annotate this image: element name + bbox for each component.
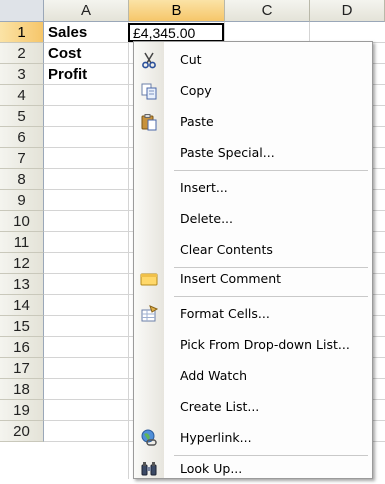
gridline [128, 22, 129, 479]
scissors-icon [140, 51, 158, 69]
menu-item-insert[interactable]: Insert... [134, 172, 372, 203]
comment-icon [140, 270, 158, 288]
cell-a2[interactable]: Cost [44, 44, 128, 64]
row-header-13[interactable]: 13 [0, 274, 44, 295]
row-header-7[interactable]: 7 [0, 148, 44, 169]
context-menu: Cut Copy Paste Paste Special... Insert..… [133, 41, 373, 479]
menu-item-insert-comment[interactable]: Insert Comment [134, 263, 372, 294]
menu-item-label: Insert Comment [180, 271, 282, 286]
row-header-2[interactable]: 2 [0, 43, 44, 64]
clipboard-paste-icon [140, 113, 158, 131]
menu-item-label: Look Up... [180, 461, 243, 476]
menu-item-hyperlink[interactable]: Hyperlink... [134, 422, 372, 453]
menu-item-label: Hyperlink... [180, 430, 252, 445]
row-header-6[interactable]: 6 [0, 127, 44, 148]
row-header-14[interactable]: 14 [0, 295, 44, 316]
row-header-16[interactable]: 16 [0, 337, 44, 358]
row-header-8[interactable]: 8 [0, 169, 44, 190]
row-header-1[interactable]: 1 [0, 22, 44, 43]
row-header-3[interactable]: 3 [0, 64, 44, 85]
menu-item-format-cells[interactable]: Format Cells... [134, 298, 372, 329]
menu-item-label: Create List... [180, 399, 260, 414]
menu-item-label: Add Watch [180, 368, 248, 383]
select-all-corner[interactable] [0, 0, 44, 22]
row-header-15[interactable]: 15 [0, 316, 44, 337]
menu-item-cut[interactable]: Cut [134, 44, 372, 75]
column-header-a[interactable]: A [44, 0, 129, 22]
menu-item-label: Delete... [180, 211, 233, 226]
row-header-5[interactable]: 5 [0, 106, 44, 127]
menu-item-paste-special[interactable]: Paste Special... [134, 137, 372, 168]
menu-item-label: Insert... [180, 180, 228, 195]
row-header-17[interactable]: 17 [0, 358, 44, 379]
format-cells-icon [140, 305, 159, 323]
row-header-12[interactable]: 12 [0, 253, 44, 274]
menu-item-add-watch[interactable]: Add Watch [134, 360, 372, 391]
menu-item-label: Clear Contents [180, 242, 273, 257]
row-header-19[interactable]: 19 [0, 400, 44, 421]
cell-a3[interactable]: Profit [44, 65, 128, 85]
menu-separator [174, 296, 368, 297]
row-header-20[interactable]: 20 [0, 421, 44, 442]
row-header-18[interactable]: 18 [0, 379, 44, 400]
menu-item-label: Paste Special... [180, 145, 275, 160]
binoculars-icon [140, 460, 158, 478]
active-cell-b1[interactable]: £4,345.00 [128, 23, 224, 42]
column-header-d[interactable]: D [310, 0, 385, 22]
menu-item-look-up[interactable]: Look Up... [134, 453, 372, 484]
copy-icon [140, 82, 158, 100]
menu-item-label: Pick From Drop-down List... [180, 337, 350, 352]
column-header-b[interactable]: B [129, 0, 225, 22]
row-header-9[interactable]: 9 [0, 190, 44, 211]
menu-item-clear-contents[interactable]: Clear Contents [134, 234, 372, 265]
column-header-c[interactable]: C [225, 0, 310, 22]
menu-item-copy[interactable]: Copy [134, 75, 372, 106]
menu-item-label: Cut [180, 52, 202, 67]
menu-item-create-list[interactable]: Create List... [134, 391, 372, 422]
menu-item-label: Format Cells... [180, 306, 270, 321]
hyperlink-globe-icon [140, 429, 158, 447]
menu-item-label: Copy [180, 83, 212, 98]
row-header-10[interactable]: 10 [0, 211, 44, 232]
menu-item-paste[interactable]: Paste [134, 106, 372, 137]
menu-separator [174, 170, 368, 171]
row-header-4[interactable]: 4 [0, 85, 44, 106]
menu-item-pick-from-dropdown-list[interactable]: Pick From Drop-down List... [134, 329, 372, 360]
menu-item-label: Paste [180, 114, 214, 129]
row-header-11[interactable]: 11 [0, 232, 44, 253]
cell-a1[interactable]: Sales [44, 23, 128, 43]
menu-item-delete[interactable]: Delete... [134, 203, 372, 234]
